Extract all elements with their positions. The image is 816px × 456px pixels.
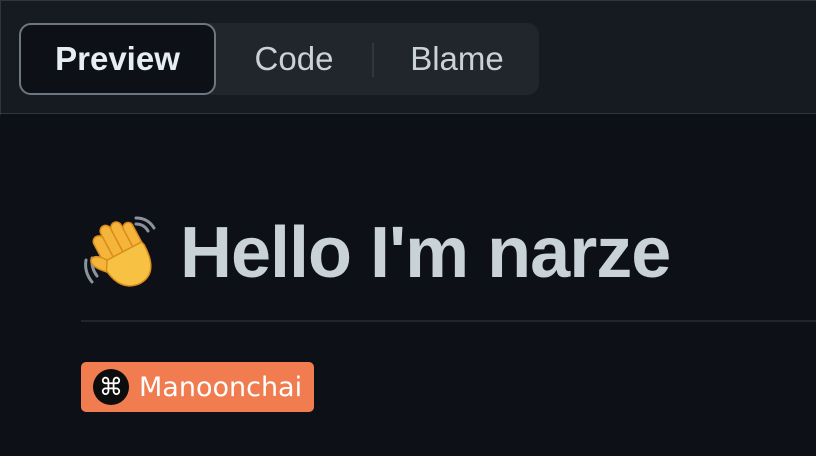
manoonchai-badge[interactable]: ⌘ Manoonchai [81, 362, 314, 412]
command-key-icon: ⌘ [93, 369, 129, 405]
header-border [0, 1, 1, 115]
readme-view: Preview Code Blame Hello I'm narze ⌘ Man… [0, 0, 816, 456]
tab-blame[interactable]: Blame [377, 23, 537, 95]
file-view-header: Preview Code Blame [0, 0, 816, 115]
waving-hand-icon [84, 216, 156, 287]
readme-heading: Hello I'm narze [80, 205, 671, 301]
tab-divider [372, 43, 374, 77]
page-title: Hello I'm narze [180, 213, 671, 293]
view-mode-switcher: Preview Code Blame [19, 23, 539, 95]
badge-label: Manoonchai [139, 371, 303, 403]
tab-preview[interactable]: Preview [19, 23, 216, 95]
heading-divider [81, 320, 816, 322]
tab-code[interactable]: Code [219, 23, 369, 95]
